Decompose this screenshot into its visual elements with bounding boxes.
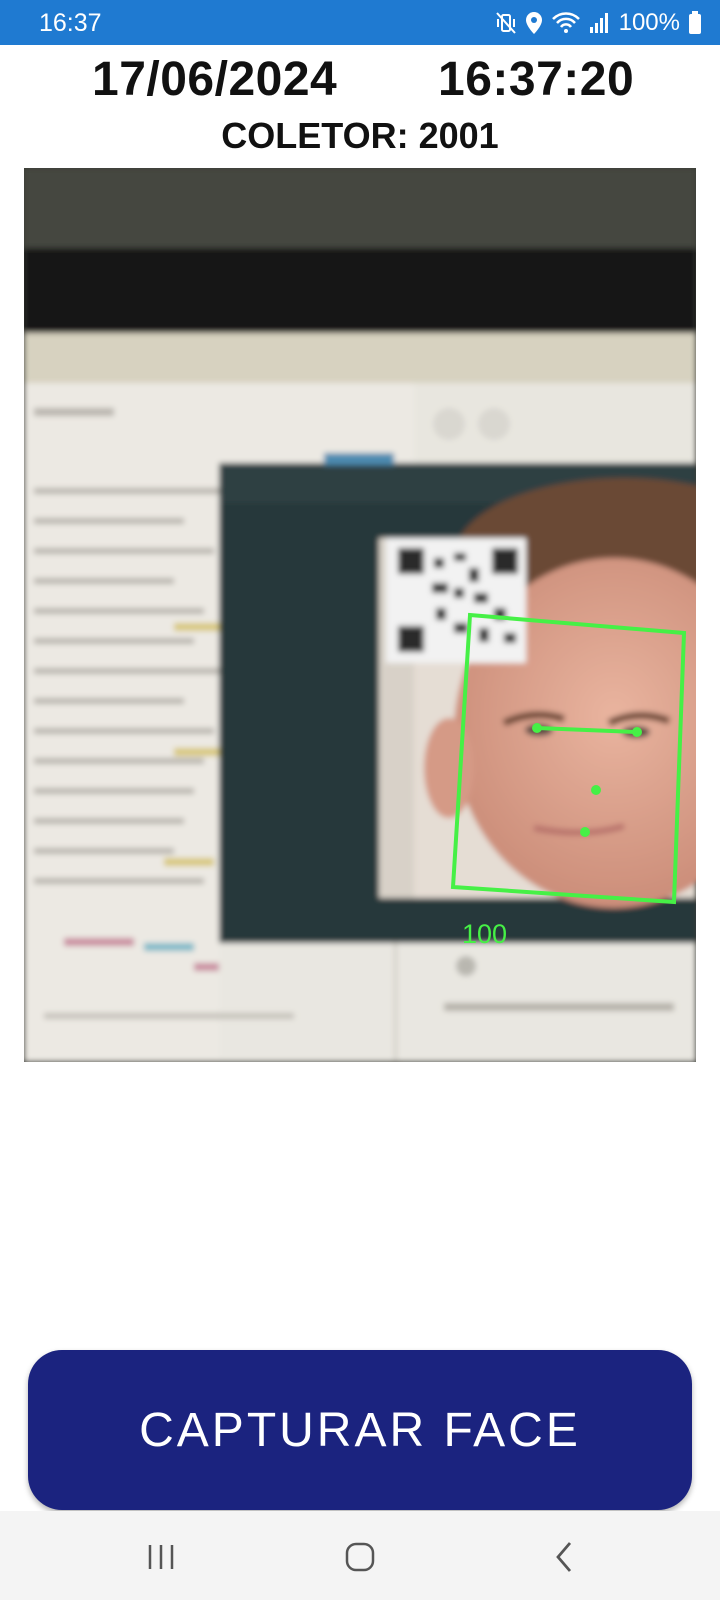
recent-apps-icon[interactable] [131,1535,191,1579]
status-bar: 16:37 100% [0,0,720,45]
back-icon[interactable] [534,1535,594,1579]
navigation-bar [0,1511,720,1600]
camera-scene [24,168,696,1062]
wifi-icon [551,11,581,35]
face-score-label: 100 [462,919,508,949]
coletor-label: COLETOR: 2001 [221,115,499,156]
signal-icon [589,12,609,34]
location-icon [525,11,543,35]
capture-face-button[interactable]: CAPTURAR FACE [28,1350,692,1510]
current-time: 16:37:20 [438,53,635,106]
current-date: 17/06/2024 [92,53,338,106]
camera-preview: 100 [24,168,696,1062]
status-icons: 100% [495,8,702,38]
battery-percent: 100% [618,9,680,36]
mute-vibrate-icon [495,11,517,35]
battery-icon [688,11,702,35]
home-icon[interactable] [330,1535,390,1579]
status-time: 16:37 [39,9,102,37]
